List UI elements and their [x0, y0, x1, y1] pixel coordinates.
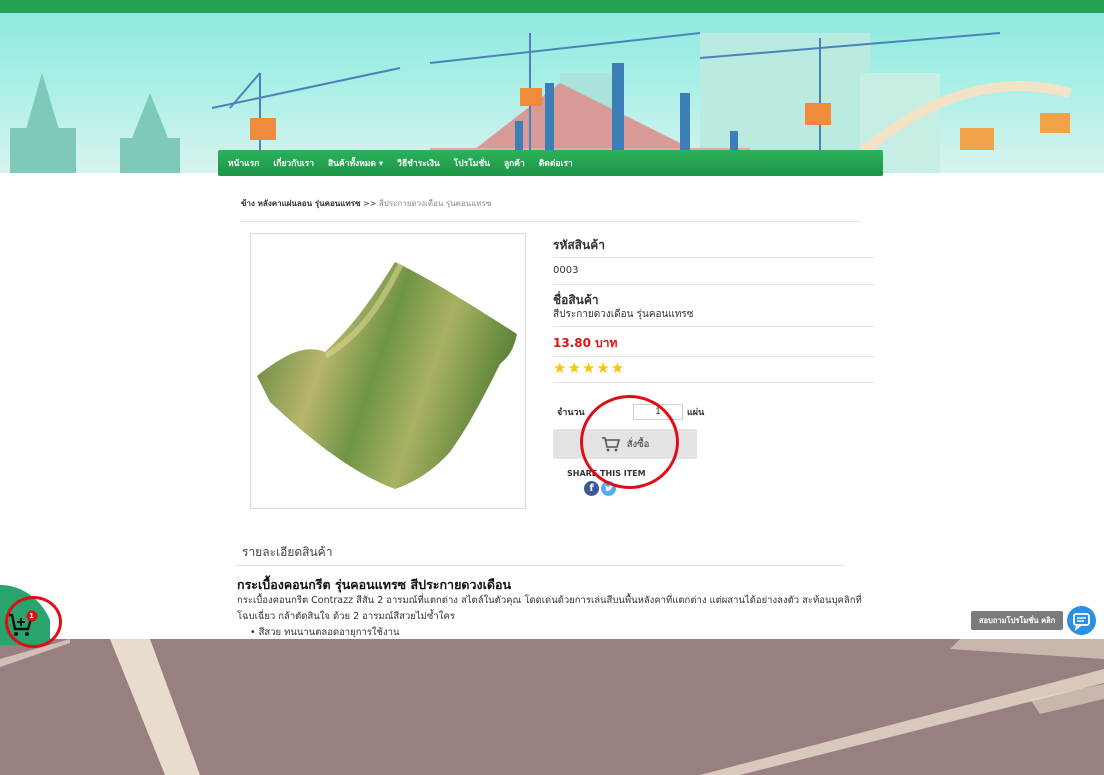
chat-button[interactable]	[1067, 606, 1096, 635]
product-name-value: สีประกายดวงเดือน รุ่นคอนแทรซ	[553, 309, 694, 320]
nav-about[interactable]: เกี่ยวกับเรา	[273, 156, 314, 170]
footer-background	[0, 639, 1104, 775]
main-nav: หน้าแรก เกี่ยวกับเรา สินค้าทั้งหมด ▾ วิธ…	[218, 150, 883, 176]
nav-products-label: สินค้าทั้งหมด	[327, 159, 376, 169]
page-content	[0, 176, 1104, 639]
details-bullet: • สีสวย ทนนานตลอดอายุการใช้งาน	[250, 627, 400, 638]
highlight-circle-order	[580, 395, 679, 489]
chat-icon	[1073, 613, 1090, 632]
breadcrumb-separator: >>	[360, 199, 379, 208]
nav-promotion[interactable]: โปรโมชั่น	[454, 156, 490, 170]
nav-customers[interactable]: ลูกค้า	[504, 156, 525, 170]
promo-chat-label[interactable]: สอบถามโปรโมชั่น คลิก	[971, 611, 1064, 630]
breadcrumb: ข้าง หลังคาแผ่นลอน รุ่นคอนแทรซ >> สีประก…	[241, 197, 491, 210]
nav-products[interactable]: สินค้าทั้งหมด ▾	[328, 156, 383, 170]
product-price: 13.80 บาท	[553, 336, 618, 350]
floor-illustration	[0, 639, 1104, 775]
details-bullet-text: สีสวย ทนนานตลอดอายุการใช้งาน	[258, 627, 400, 638]
details-description: กระเบื้องคอนกรีต Contrazz สีสัน 2 อารมณ์…	[237, 595, 862, 622]
divider	[240, 221, 860, 222]
quantity-unit: แผ่น	[687, 408, 705, 418]
construction-illustration	[10, 32, 1072, 173]
nav-payment[interactable]: วิธีชำระเงิน	[397, 156, 440, 170]
divider	[236, 565, 844, 566]
nav-home[interactable]: หน้าแรก	[228, 156, 259, 170]
product-image[interactable]	[250, 233, 526, 509]
breadcrumb-parent-link[interactable]: ข้าง หลังคาแผ่นลอน รุ่นคอนแทรซ	[241, 199, 360, 208]
facebook-icon[interactable]: f	[584, 481, 599, 496]
details-section-title: รายละเอียดสินค้า	[242, 545, 333, 559]
header-banner	[0, 13, 1104, 173]
divider	[553, 382, 875, 383]
breadcrumb-current: สีประกายดวงเดือน รุ่นคอนแทรซ	[378, 199, 492, 208]
nav-contact[interactable]: ติดต่อเรา	[539, 156, 573, 170]
roof-tile-image	[257, 262, 517, 489]
product-code-label: รหัสสินค้า	[553, 238, 605, 252]
details-heading: กระเบื้องคอนกรีต รุ่นคอนแทรซ สีประกายดวง…	[237, 577, 512, 592]
highlight-circle-cart	[5, 596, 62, 648]
top-strip	[0, 0, 1104, 13]
product-code-value: 0003	[553, 265, 579, 276]
chevron-down-icon: ▾	[378, 159, 384, 169]
product-info: รหัสสินค้า 0003 ชื่อสินค้า สีประกายดวงเด…	[553, 236, 875, 383]
product-name-label: ชื่อสินค้า	[553, 293, 599, 307]
rating-stars: ★★★★★	[553, 359, 626, 377]
